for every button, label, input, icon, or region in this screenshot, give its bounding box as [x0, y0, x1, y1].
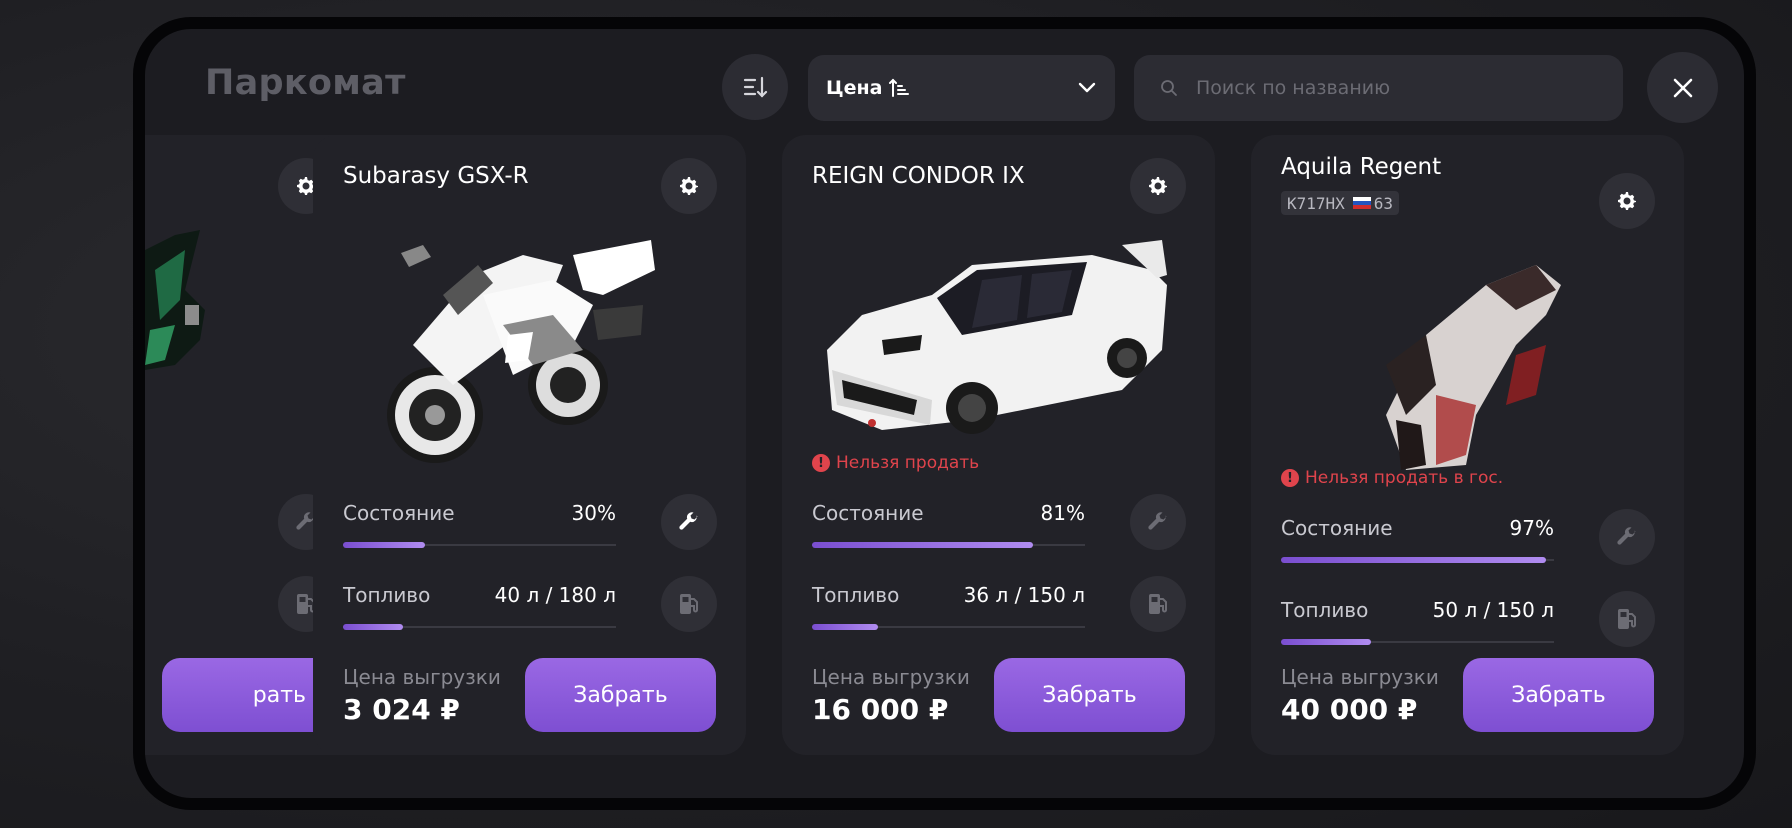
license-plate: K717HX 63	[1281, 191, 1400, 215]
fuel-pump-icon	[1618, 609, 1636, 629]
page-title: Паркомат	[205, 63, 406, 103]
sort-select-value: Цена	[826, 77, 883, 99]
sort-lines-icon	[743, 76, 768, 98]
fuel-pump-icon	[1149, 594, 1167, 614]
condition-bar-fill	[812, 542, 1034, 548]
vehicle-card: REIGN CONDOR IX ! Нельзя продать Состоян…	[782, 135, 1215, 755]
refuel-button[interactable]	[661, 576, 717, 632]
search-field[interactable]	[1134, 55, 1623, 121]
parking-panel: Паркомат Цена Поиск по названию рать Sub…	[145, 29, 1744, 798]
fuel-label: Топливо	[343, 583, 431, 607]
condition-bar-fill	[343, 542, 425, 548]
unload-price: 3 024 ₽	[343, 693, 460, 726]
fuel-bar	[812, 624, 1085, 630]
fuel-label: Топливо	[1281, 598, 1369, 622]
fuel-bar-fill	[1281, 639, 1372, 645]
wrench-icon	[679, 512, 698, 530]
condition-bar	[812, 542, 1085, 548]
vehicle-name: REIGN CONDOR IX	[812, 163, 1025, 189]
settings-button[interactable]	[1130, 158, 1186, 214]
repair-button[interactable]	[661, 494, 717, 550]
vehicle-card: Subarasy GSX-R Состояние 30% Топливо 40 …	[313, 135, 746, 755]
fuel-value: 36 л / 150 л	[963, 583, 1085, 607]
unload-price: 40 000 ₽	[1281, 693, 1418, 726]
vehicle-image	[1386, 265, 1561, 470]
car-image	[827, 240, 1167, 434]
close-button[interactable]	[1647, 52, 1718, 123]
condition-bar	[343, 542, 616, 548]
sort-direction-button[interactable]	[722, 54, 788, 120]
fuel-bar	[1281, 639, 1554, 645]
gear-icon	[1618, 192, 1636, 210]
plate-region: 63	[1373, 193, 1394, 213]
condition-bar-fill	[1281, 557, 1546, 563]
condition-label: Состояние	[812, 501, 924, 525]
condition-label: Состояние	[1281, 516, 1393, 540]
take-button[interactable]: Забрать	[525, 658, 716, 732]
plate-number: K717HX	[1287, 193, 1345, 213]
settings-button[interactable]	[661, 158, 717, 214]
condition-label: Состояние	[343, 501, 455, 525]
unload-price: 16 000 ₽	[812, 693, 949, 726]
condition-value: 30%	[571, 501, 616, 525]
sell-warning-text: Нельзя продать в гос.	[1305, 468, 1504, 488]
motorcycle-image	[387, 240, 655, 463]
wrench-icon	[1617, 527, 1636, 545]
wrench-icon	[1148, 512, 1167, 530]
unload-price-label: Цена выгрузки	[812, 665, 970, 689]
unload-price-label: Цена выгрузки	[1281, 665, 1439, 689]
fuel-bar-fill	[812, 624, 878, 630]
close-icon	[1673, 78, 1692, 97]
condition-value: 97%	[1509, 516, 1554, 540]
refuel-button[interactable]	[1130, 576, 1186, 632]
vehicle-image	[145, 230, 205, 370]
condition-bar	[1281, 557, 1554, 563]
gear-icon	[1149, 177, 1167, 195]
gear-icon	[680, 177, 698, 195]
vehicle-name: Subarasy GSX-R	[343, 163, 529, 189]
search-icon	[1161, 80, 1177, 96]
fuel-pump-icon	[680, 594, 698, 614]
sell-warning: ! Нельзя продать	[812, 453, 979, 473]
repair-button[interactable]	[1130, 494, 1186, 550]
vehicle-name: Aquila Regent	[1281, 154, 1442, 180]
fuel-label: Топливо	[812, 583, 900, 607]
sort-ascending-icon	[888, 77, 910, 99]
settings-button[interactable]	[1599, 173, 1655, 229]
russian-flag-icon	[1352, 197, 1371, 209]
condition-value: 81%	[1040, 501, 1085, 525]
chevron-down-icon	[1077, 81, 1097, 95]
fuel-bar	[343, 624, 616, 630]
take-button[interactable]: Забрать	[1463, 658, 1654, 732]
repair-button[interactable]	[1599, 509, 1655, 565]
fuel-value: 40 л / 180 л	[494, 583, 616, 607]
take-button[interactable]: Забрать	[994, 658, 1185, 732]
refuel-button[interactable]	[1599, 591, 1655, 647]
warning-icon: !	[1281, 469, 1299, 487]
sort-select[interactable]: Цена	[808, 55, 1115, 121]
warning-icon: !	[812, 454, 830, 472]
sell-warning-text: Нельзя продать	[836, 453, 980, 473]
vehicle-card: Aquila Regent K717HX 63 ! Нельзя продать…	[1251, 135, 1684, 755]
fuel-bar-fill	[343, 624, 404, 630]
unload-price-label: Цена выгрузки	[343, 665, 501, 689]
search-input[interactable]	[1196, 77, 1576, 99]
sell-warning: ! Нельзя продать в гос.	[1281, 468, 1503, 488]
fuel-value: 50 л / 150 л	[1432, 598, 1554, 622]
